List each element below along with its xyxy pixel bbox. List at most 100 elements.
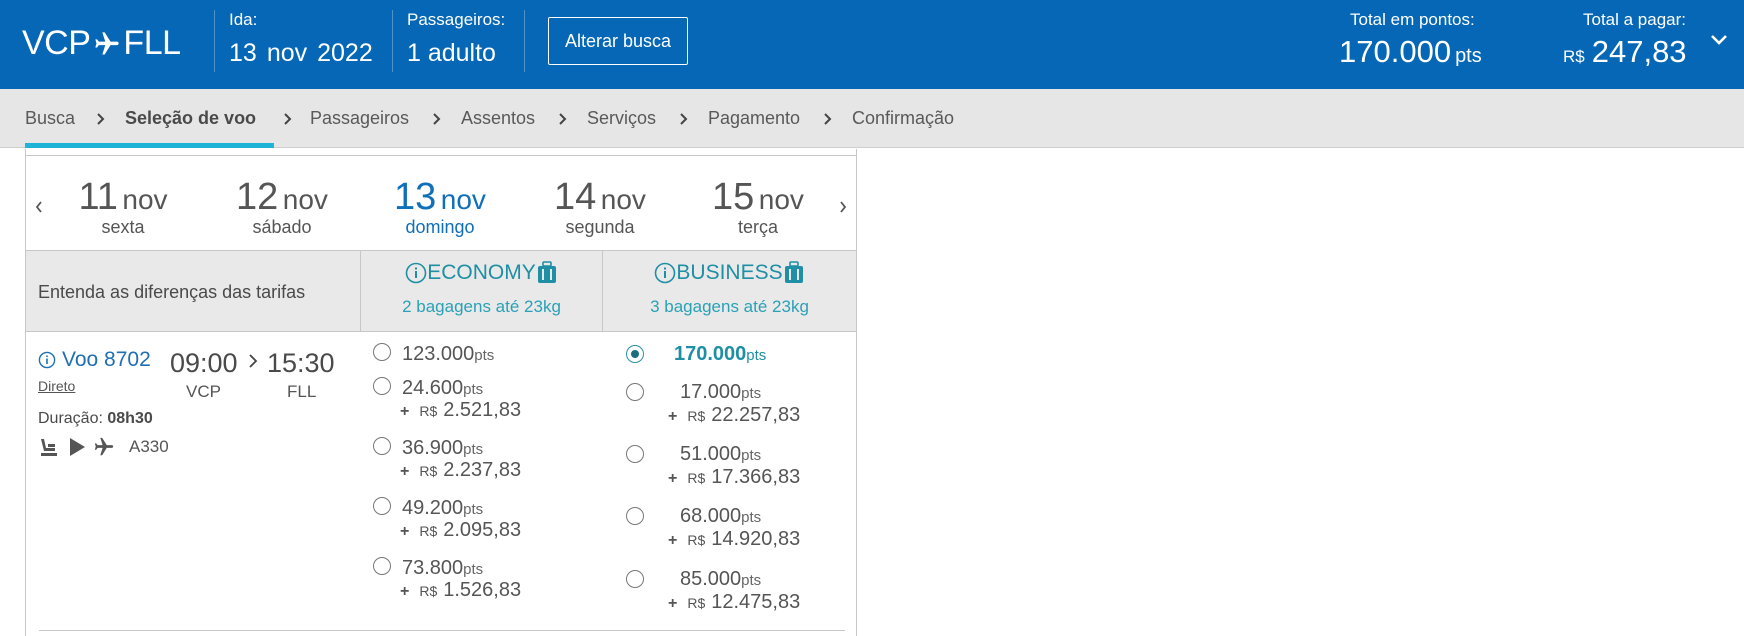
economy-fare-option[interactable]: 123.000pts	[372, 343, 592, 375]
breadcrumb: Busca Seleção de voo Passageiros Assento…	[0, 89, 1744, 148]
date-option[interactable]: 12 nov sábado	[207, 176, 357, 238]
chevron-right-icon	[433, 113, 441, 125]
business-fare-option[interactable]: 85.000pts + R$ 12.475,83	[626, 568, 846, 626]
fare-points: 49.200pts	[402, 497, 484, 519]
date-option-selected[interactable]: 13 nov domingo	[365, 176, 515, 238]
fare-money: + R$ 2.095,83	[400, 519, 522, 541]
fare-money: + R$ 17.366,83	[668, 466, 801, 488]
route-origin: VCP	[22, 24, 91, 62]
date-day: 11	[78, 176, 118, 218]
fare-radio[interactable]	[626, 445, 644, 463]
total-points-label: Total em pontos:	[1350, 10, 1475, 29]
ida-label: Ida:	[229, 10, 258, 29]
date-carousel: 11 nov sexta 12 nov sábado 13 nov doming…	[26, 156, 856, 250]
aircraft-model: A330	[129, 437, 169, 456]
date-day: 15	[712, 176, 755, 218]
breadcrumb-confirmacao: Confirmação	[852, 108, 955, 128]
economy-cabin-name: ECONOMY	[427, 261, 536, 284]
economy-baggage: 2 bagagens até 23kg	[402, 297, 561, 316]
fare-radio[interactable]	[373, 343, 391, 361]
business-fare-option[interactable]: 68.000pts + R$ 14.920,83	[626, 505, 846, 563]
fare-radio[interactable]	[373, 497, 391, 515]
origin-airport: VCP	[186, 382, 221, 401]
flight-info: Voo 8702 Direto 09:00 15:30 VCP FLL Dura…	[26, 332, 360, 612]
economy-fare-option[interactable]: 49.200pts + R$ 2.095,83	[372, 497, 592, 553]
total-points: 170.000 pts	[1339, 34, 1482, 70]
breadcrumb-passageiros: Passageiros	[310, 108, 410, 128]
date-option[interactable]: 15 nov terça	[683, 176, 833, 238]
passengers-value: 1 adulto	[407, 39, 496, 67]
breadcrumb-pagamento: Pagamento	[708, 108, 801, 128]
header-divider	[392, 10, 393, 72]
flight-number-link[interactable]: Voo 8702	[38, 348, 151, 372]
date-month: nov	[600, 184, 646, 215]
total-pay: R$ 247,83	[1563, 34, 1687, 70]
fare-differences-link[interactable]: Entenda as diferenças das tarifas	[38, 282, 305, 303]
business-fare-option-selected[interactable]: 170.000pts	[626, 343, 846, 377]
fare-money: + R$ 2.521,83	[400, 399, 522, 421]
passengers-label: Passageiros:	[407, 10, 506, 29]
business-cabin-title[interactable]: BUSINESS	[603, 261, 856, 285]
chevron-right-icon	[680, 113, 688, 125]
economy-fare-option[interactable]: 36.900pts + R$ 2.237,83	[372, 437, 592, 493]
header-divider	[524, 10, 525, 72]
fare-header: Entenda as diferenças das tarifas ECONOM…	[26, 250, 856, 332]
fare-radio[interactable]	[626, 507, 644, 525]
total-points-value: 170.000	[1339, 34, 1452, 69]
total-pay-value: 247,83	[1591, 34, 1687, 69]
route-destination: FLL	[123, 24, 181, 62]
breadcrumb-assentos: Assentos	[461, 108, 536, 128]
economy-fare-option[interactable]: 73.800pts + R$ 1.526,83	[372, 557, 592, 613]
chevron-down-icon[interactable]	[1709, 30, 1729, 50]
header-divider	[214, 10, 215, 72]
economy-fare-option[interactable]: 24.600pts + R$ 2.521,83	[372, 377, 592, 433]
business-fare-option[interactable]: 17.000pts + R$ 22.257,83	[626, 381, 846, 439]
fare-points: 73.800pts	[402, 557, 484, 579]
fare-radio[interactable]	[373, 557, 391, 575]
route-title: VCP FLL	[22, 24, 181, 63]
total-points-unit: pts	[1455, 45, 1482, 67]
chevron-right-icon	[97, 113, 105, 125]
departure-time: 09:00	[170, 348, 238, 378]
business-fare-option[interactable]: 51.000pts + R$ 17.366,83	[626, 443, 846, 501]
chevron-right-icon	[249, 354, 258, 368]
fare-money: + R$ 2.237,83	[400, 459, 522, 481]
fare-points: 170.000pts	[674, 343, 767, 365]
chevron-right-icon	[284, 113, 292, 125]
divider	[39, 630, 845, 631]
fare-header-business: BUSINESS 3 bagagens até 23kg	[602, 251, 856, 331]
arrival-time: 15:30	[267, 348, 335, 378]
date-weekday: domingo	[405, 217, 475, 237]
luggage-icon	[537, 261, 556, 283]
date-option[interactable]: 11 nov sexta	[48, 176, 198, 238]
date-month: nov	[122, 184, 168, 215]
fare-points: 85.000pts	[680, 568, 762, 590]
economy-cabin-title[interactable]: ECONOMY	[361, 261, 602, 285]
date-option[interactable]: 14 nov segunda	[525, 176, 675, 238]
ida-date: 13 nov 2022	[229, 39, 383, 68]
ida-day: 13	[229, 39, 257, 67]
top-header: VCP FLL Ida: 13 nov 2022 Passageiros: 1 ad…	[0, 0, 1744, 89]
fare-radio[interactable]	[626, 570, 644, 588]
fare-points: 68.000pts	[680, 505, 762, 527]
date-weekday: segunda	[565, 217, 635, 237]
breadcrumb-busca[interactable]: Busca	[25, 108, 75, 129]
date-day: 14	[554, 176, 597, 218]
flight-type-link[interactable]: Direto	[38, 378, 75, 394]
fare-radio[interactable]	[626, 383, 644, 401]
fare-radio[interactable]	[373, 437, 391, 455]
duration-label: Duração:	[38, 410, 103, 427]
ida-year: 2022	[317, 39, 373, 67]
play-icon	[70, 438, 85, 456]
chevron-right-icon	[559, 113, 567, 125]
chevron-right-icon	[824, 113, 832, 125]
date-month: nov	[440, 184, 486, 215]
change-search-button[interactable]: Alterar busca	[548, 17, 688, 65]
fare-radio[interactable]	[373, 377, 391, 395]
fare-radio-selected[interactable]	[626, 345, 644, 363]
breadcrumb-selecao-de-voo: Seleção de voo	[125, 108, 257, 128]
total-pay-currency: R$	[1563, 47, 1585, 66]
chevron-right-icon[interactable]	[838, 200, 848, 214]
chevron-left-icon[interactable]	[34, 200, 44, 214]
fare-money: + R$ 1.526,83	[400, 579, 522, 601]
